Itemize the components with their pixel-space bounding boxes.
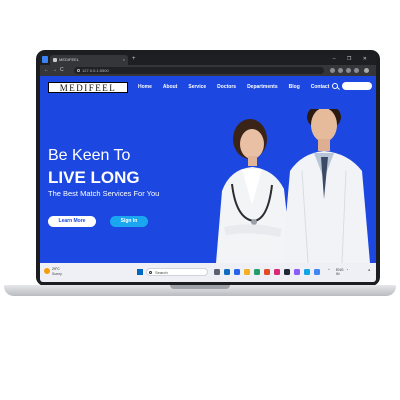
hero-heading-line1: Be Keen To xyxy=(48,147,131,164)
weather-icon[interactable] xyxy=(44,268,50,274)
tab-title: MEDIFEEL xyxy=(59,57,80,62)
vscode-icon[interactable] xyxy=(304,269,310,275)
search-icon[interactable] xyxy=(332,83,338,89)
back-icon[interactable]: ← xyxy=(44,65,49,76)
tray-chevron-icon[interactable]: ^ xyxy=(328,268,330,272)
menu-item-blog[interactable]: Blog xyxy=(289,84,300,90)
hero-subheading: The Best Match Services For You xyxy=(48,189,160,198)
url-field[interactable]: 127.0.0.1:5500 xyxy=(74,67,324,74)
sign-in-button[interactable]: Sign In xyxy=(110,216,148,227)
taskbar-search[interactable]: Search xyxy=(146,268,208,276)
new-tab-button[interactable]: + xyxy=(132,55,136,64)
weather-temperature: 29°C xyxy=(52,267,60,271)
forward-icon[interactable]: → xyxy=(52,65,57,76)
laptop-screen: MEDIFEEL × + – ❐ ✕ ← → C 127.0.0.1:5500 xyxy=(40,54,376,282)
extension-icon[interactable] xyxy=(346,68,351,73)
window-controls[interactable]: – ❐ ✕ xyxy=(333,54,372,65)
menu-item-departments[interactable]: Departments xyxy=(247,84,278,90)
site-logo[interactable]: MEDIFEEL xyxy=(48,82,128,93)
menu-icon[interactable] xyxy=(364,68,369,73)
app-icon[interactable] xyxy=(224,269,230,275)
search-input[interactable] xyxy=(342,82,372,90)
browser-tab[interactable]: MEDIFEEL × xyxy=(50,55,128,65)
menu-item-doctors[interactable]: Doctors xyxy=(217,84,236,90)
menu-item-home[interactable]: Home xyxy=(138,84,152,90)
menu-item-about[interactable]: About xyxy=(163,84,177,90)
tray-language[interactable]: ENG IN xyxy=(336,268,344,276)
windows-taskbar: 29°C Sunny Search ^ ENG IN ◔ ● xyxy=(40,263,376,282)
start-icon[interactable] xyxy=(137,269,143,275)
notification-icon[interactable]: ● xyxy=(368,268,370,272)
weather-description: Sunny xyxy=(52,272,62,276)
menu-item-service[interactable]: Service xyxy=(188,84,206,90)
app-icon[interactable] xyxy=(234,269,240,275)
app-icon[interactable] xyxy=(284,269,290,275)
wifi-icon[interactable]: ◔ xyxy=(346,268,348,272)
site-info-icon[interactable] xyxy=(77,69,80,72)
url-text: 127.0.0.1:5500 xyxy=(82,68,109,73)
site-menu: Home About Service Doctors Departments B… xyxy=(138,84,340,90)
menu-item-contact[interactable]: Contact xyxy=(311,84,330,90)
file-explorer-icon[interactable] xyxy=(244,269,250,275)
profile-icon[interactable] xyxy=(354,68,359,73)
app-icon[interactable] xyxy=(254,269,260,275)
extension-icon[interactable] xyxy=(330,68,335,73)
doctors-image xyxy=(216,109,370,263)
app-icon[interactable] xyxy=(264,269,270,275)
laptop-notch xyxy=(170,285,230,289)
app-icon[interactable] xyxy=(294,269,300,275)
laptop-mockup: MEDIFEEL × + – ❐ ✕ ← → C 127.0.0.1:5500 xyxy=(0,0,400,400)
taskbar-search-label: Search xyxy=(155,270,168,275)
chrome-icon[interactable] xyxy=(314,269,320,275)
browser-sidebar-icon[interactable] xyxy=(42,56,48,63)
laptop-lid: MEDIFEEL × + – ❐ ✕ ← → C 127.0.0.1:5500 xyxy=(36,50,380,286)
search-icon xyxy=(149,270,152,274)
tab-close-icon[interactable]: × xyxy=(123,55,125,65)
learn-more-button[interactable]: Learn More xyxy=(48,216,96,227)
favicon-icon xyxy=(53,58,57,62)
task-view-icon[interactable] xyxy=(214,269,220,275)
browser-tab-bar: MEDIFEEL × + – ❐ ✕ xyxy=(40,54,376,65)
browser-address-bar: ← → C 127.0.0.1:5500 xyxy=(40,65,376,76)
app-icon[interactable] xyxy=(274,269,280,275)
extension-icon[interactable] xyxy=(338,68,343,73)
hero-heading-line2: LIVE LONG xyxy=(48,168,140,187)
reload-icon[interactable]: C xyxy=(60,65,64,76)
site-navbar: MEDIFEEL Home About Service Doctors Depa… xyxy=(40,76,376,96)
